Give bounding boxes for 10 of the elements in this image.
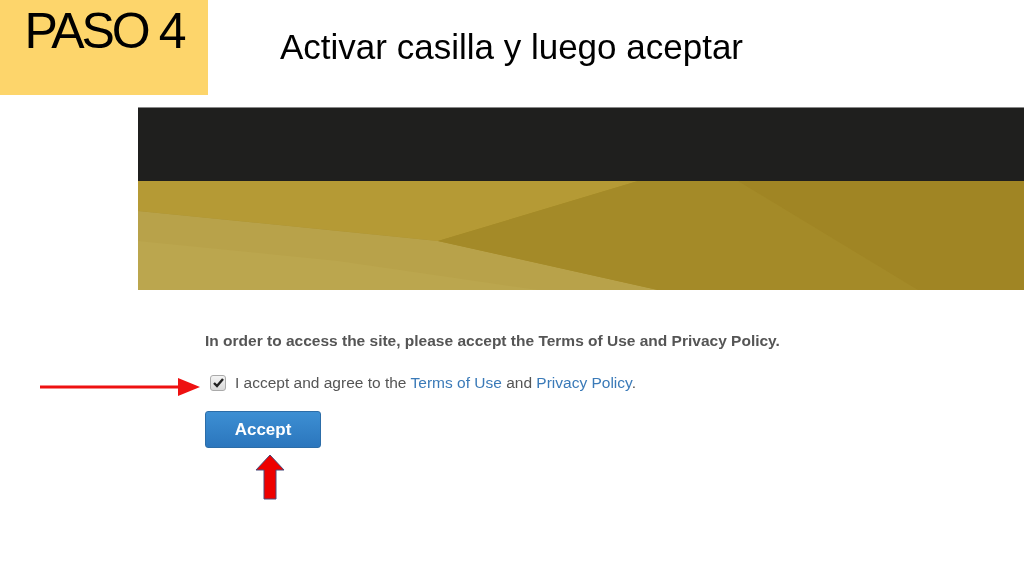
agreement-text: I accept and agree to the Terms of Use and Privacy Policy. [235,374,636,392]
accept-button[interactable]: Accept [205,411,321,448]
notice-text: In order to access the site, please accept the Terms of Use and Privacy Policy. [205,332,780,350]
right-arrow-icon [40,377,200,397]
slide-title: Activar casilla y luego aceptar [280,28,743,67]
policy-link[interactable]: Privacy Policy [536,374,632,391]
step-label: PASO 4 [24,6,184,56]
up-arrow-icon [255,454,285,500]
agree-checkbox[interactable] [210,375,226,391]
policy-link[interactable]: Terms of Use [410,374,502,391]
